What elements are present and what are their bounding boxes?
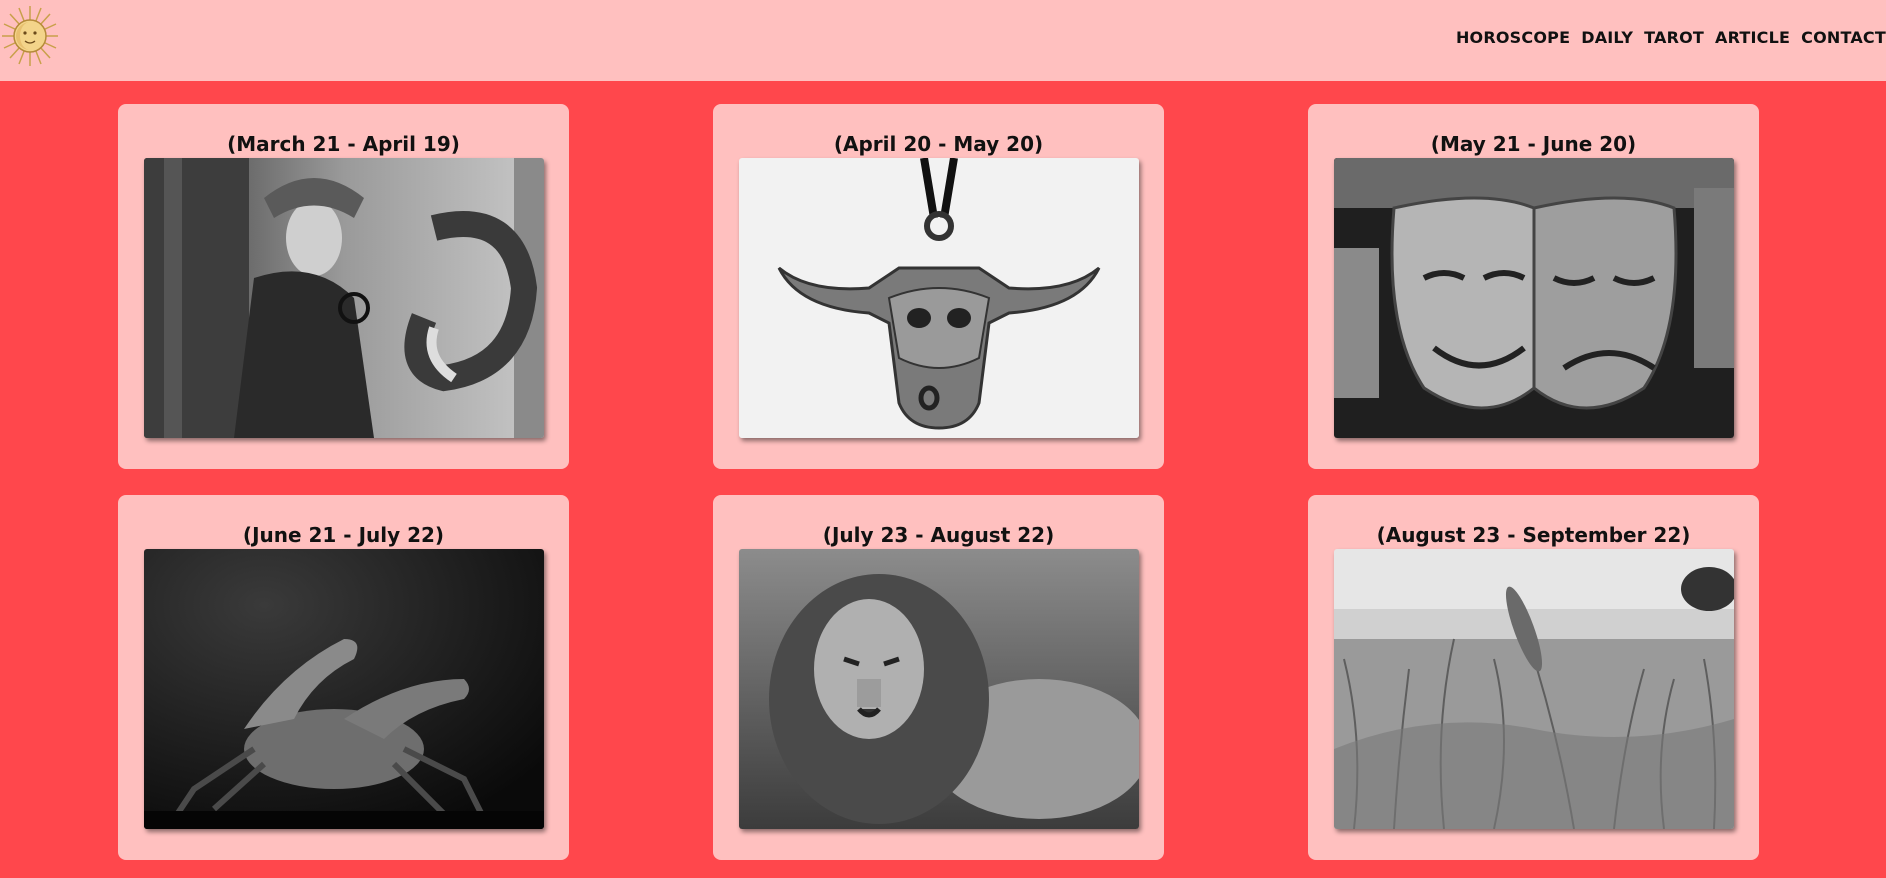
crab-photo[interactable]: [144, 549, 544, 829]
nav-article[interactable]: ARTICLE: [1715, 28, 1790, 47]
nav-daily[interactable]: DAILY: [1581, 28, 1633, 47]
nav-contact[interactable]: CONTACT: [1801, 28, 1886, 47]
ram-horn-woman-photo[interactable]: [144, 158, 544, 438]
sign-card-cancer[interactable]: (June 21 - July 22): [118, 495, 569, 860]
sun-logo-icon[interactable]: [0, 2, 60, 70]
sign-dates: (June 21 - July 22): [242, 523, 445, 547]
bull-skull-pendant-photo[interactable]: [739, 158, 1139, 438]
sign-dates: (April 20 - May 20): [833, 132, 1044, 156]
nav-horoscope[interactable]: HOROSCOPE: [1456, 28, 1570, 47]
wheat-field-photo[interactable]: [1334, 549, 1734, 829]
main-nav: HOROSCOPE DAILY TAROT ARTICLE CONTACT: [1456, 28, 1886, 47]
sign-card-virgo[interactable]: (August 23 - September 22): [1308, 495, 1759, 860]
nav-tarot[interactable]: TAROT: [1644, 28, 1704, 47]
sign-dates: (May 21 - June 20): [1430, 132, 1637, 156]
sign-dates: (July 23 - August 22): [822, 523, 1055, 547]
lion-photo[interactable]: [739, 549, 1139, 829]
site-header: HOROSCOPE DAILY TAROT ARTICLE CONTACT: [0, 0, 1886, 81]
theater-masks-photo[interactable]: [1334, 158, 1734, 438]
sign-card-aries[interactable]: (March 21 - April 19): [118, 104, 569, 469]
sign-dates: (March 21 - April 19): [227, 132, 460, 156]
sign-card-leo[interactable]: (July 23 - August 22): [713, 495, 1164, 860]
sign-card-gemini[interactable]: (May 21 - June 20): [1308, 104, 1759, 469]
sign-card-taurus[interactable]: (April 20 - May 20): [713, 104, 1164, 469]
sign-dates: (August 23 - September 22): [1376, 523, 1691, 547]
